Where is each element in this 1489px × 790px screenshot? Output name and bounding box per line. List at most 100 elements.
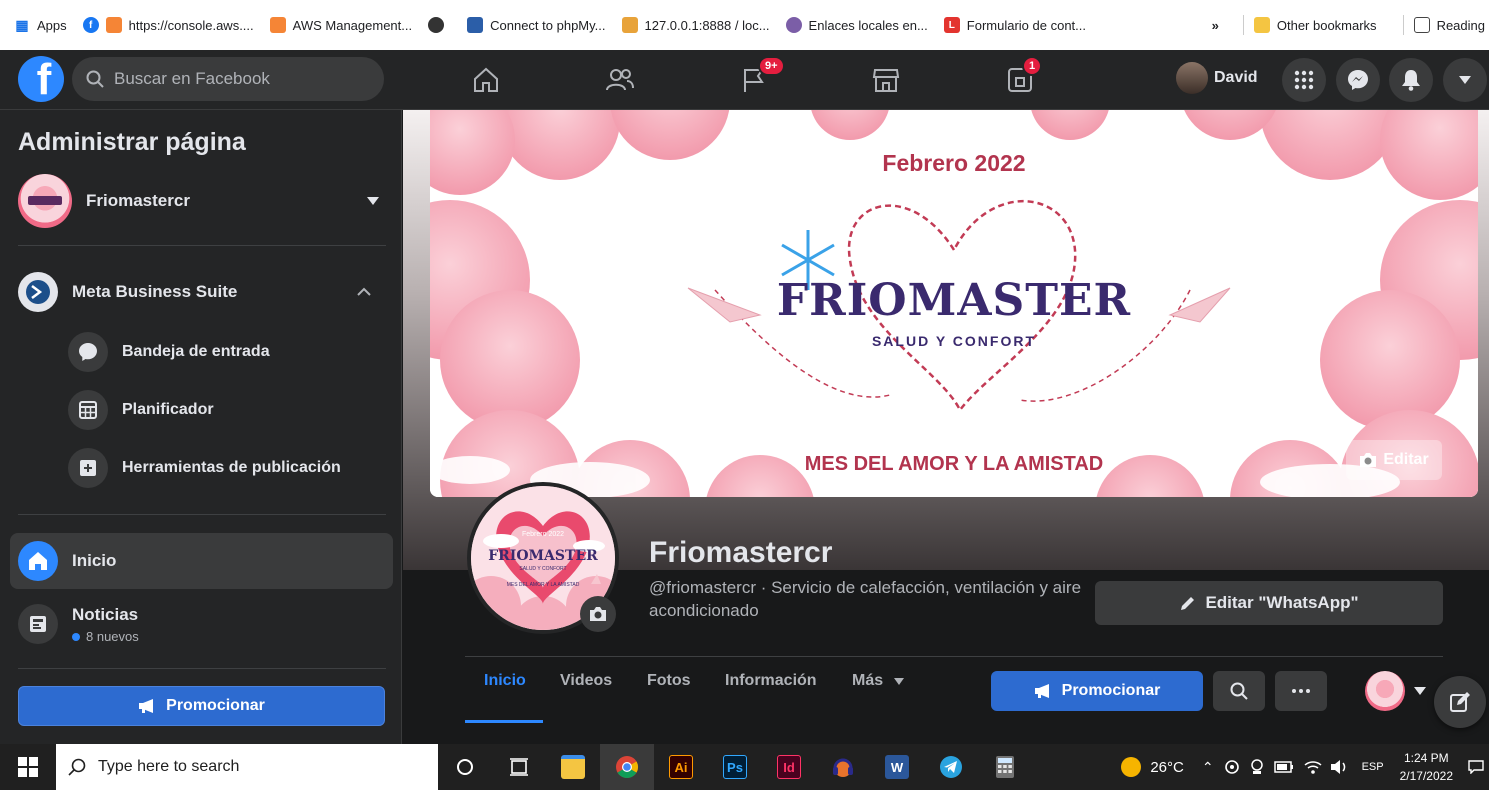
taskbar-calculator[interactable]	[978, 744, 1032, 790]
tab-info[interactable]: Información	[725, 672, 817, 690]
notification-badge: 1	[1022, 56, 1043, 76]
meta-business-suite-icon	[18, 272, 58, 312]
folder-icon	[561, 755, 585, 779]
reading-list-button[interactable]: Reading	[1413, 17, 1485, 33]
notifications-button[interactable]	[1389, 58, 1433, 102]
location-icon[interactable]	[1224, 759, 1240, 775]
brain-icon	[785, 17, 802, 33]
chevron-up-icon	[357, 287, 371, 296]
taskbar-photoshop[interactable]: Ps	[708, 744, 762, 790]
start-button[interactable]	[0, 744, 56, 790]
bookmark-apps[interactable]: ▦ Apps	[14, 17, 66, 33]
search-input[interactable]	[112, 68, 362, 90]
tab-videos[interactable]: Videos	[560, 672, 612, 690]
search-icon	[68, 758, 86, 776]
taskbar-word[interactable]: W	[870, 744, 924, 790]
bookmark-other[interactable]: Other bookmarks	[1253, 17, 1377, 33]
sidebar-item-label: Bandeja de entrada	[122, 343, 270, 360]
nav-home[interactable]	[466, 60, 506, 100]
chat-bubble-icon	[68, 332, 108, 372]
update-profile-photo-button[interactable]	[580, 596, 616, 632]
tab-more[interactable]: Más	[852, 672, 904, 690]
caret-down-icon[interactable]	[1414, 687, 1426, 695]
sidebar-item-inbox[interactable]: Bandeja de entrada	[68, 332, 388, 372]
sidebar-item-label: Noticias	[72, 604, 139, 624]
show-desktop-button[interactable]	[1463, 744, 1489, 790]
new-message-button[interactable]	[1434, 676, 1486, 728]
sidebar-item-home[interactable]: Inicio	[10, 533, 393, 589]
messenger-button[interactable]	[1336, 58, 1380, 102]
cortana-button[interactable]	[438, 744, 492, 790]
page-avatar[interactable]	[1365, 671, 1405, 711]
page-title: Friomastercr	[649, 536, 833, 569]
nav-marketplace[interactable]	[866, 60, 906, 100]
taskbar-search[interactable]: Type here to search	[56, 744, 438, 790]
bookmark-aws-management[interactable]: AWS Management...	[269, 17, 412, 33]
cube-icon	[467, 17, 484, 33]
divider	[18, 514, 386, 515]
search-icon	[1230, 682, 1248, 700]
wifi-icon[interactable]	[1304, 759, 1322, 775]
promote-button[interactable]: Promocionar	[991, 671, 1203, 711]
edit-cover-button[interactable]: Editar	[1346, 440, 1442, 480]
taskbar-telegram[interactable]	[924, 744, 978, 790]
input-language[interactable]: ESP	[1362, 761, 1384, 773]
profile-slogan: MES DEL AMOR Y LA AMISTAD	[506, 582, 580, 588]
search-page-button[interactable]	[1213, 671, 1265, 711]
nav-pages[interactable]: 9+	[734, 56, 785, 100]
temperature[interactable]: 26°C	[1150, 759, 1184, 776]
tray-overflow-chevron-icon[interactable]: ⌃	[1202, 759, 1214, 776]
more-options-button[interactable]	[1275, 671, 1327, 711]
page-switcher[interactable]: Friomastercr	[18, 174, 386, 228]
sidebar-item-publishing-tools[interactable]: Herramientas de publicación	[68, 448, 388, 488]
bell-icon	[1402, 70, 1420, 91]
bookmark-enlaces[interactable]: Enlaces locales en...	[785, 17, 928, 33]
friends-icon	[606, 69, 634, 91]
battery-icon[interactable]	[1273, 761, 1294, 773]
weather-sun-icon[interactable]	[1120, 756, 1142, 778]
cover-photo[interactable]: Febrero 2022 FRIOMASTER SALUD Y CONFORT …	[430, 110, 1478, 497]
menu-button[interactable]	[1282, 58, 1326, 102]
megaphone-icon	[1034, 684, 1049, 698]
tab-photos[interactable]: Fotos	[647, 672, 691, 690]
aws-favicon-icon	[269, 17, 286, 33]
taskbar-headset-app[interactable]	[816, 744, 870, 790]
edit-whatsapp-button[interactable]: Editar "WhatsApp"	[1095, 581, 1443, 625]
profile-month: Febrero 2022	[521, 531, 565, 538]
search-box[interactable]	[72, 57, 384, 101]
active-tab-indicator	[465, 720, 543, 723]
sidebar-item-planner[interactable]: Planificador	[68, 390, 388, 430]
indesign-icon: Id	[777, 755, 801, 779]
publishing-tools-icon	[68, 448, 108, 488]
cover-brand: FRIOMASTER	[776, 275, 1132, 326]
clock[interactable]: 1:24 PM 2/17/2022	[1400, 749, 1453, 785]
nav-friends[interactable]	[600, 60, 640, 100]
profile-chip[interactable]: David	[1176, 62, 1258, 94]
webcam-icon[interactable]	[1250, 759, 1264, 775]
task-view-button[interactable]	[492, 744, 546, 790]
bookmark-aws-console[interactable]: f https://console.aws....	[82, 17, 254, 33]
taskbar-indesign[interactable]: Id	[762, 744, 816, 790]
bookmark-localhost[interactable]: 127.0.0.1:8888 / loc...	[621, 17, 770, 33]
camera-icon	[590, 607, 606, 621]
camera-icon	[1360, 453, 1377, 467]
ellipsis-icon	[1292, 689, 1310, 693]
account-button[interactable]	[1443, 58, 1487, 102]
bookmark-globe[interactable]	[428, 17, 451, 33]
meta-business-suite-toggle[interactable]: Meta Business Suite	[18, 272, 386, 312]
profile-tagline: SALUD Y CONFORT	[519, 566, 567, 572]
taskbar-illustrator[interactable]: Ai	[654, 744, 708, 790]
promote-button[interactable]: Promocionar	[18, 686, 385, 726]
taskbar-file-explorer[interactable]	[546, 744, 600, 790]
divider	[18, 245, 386, 246]
system-tray: 26°C ⌃ ESP 1:24 PM 2/17/2022	[1120, 744, 1489, 790]
facebook-logo-icon[interactable]: f	[18, 56, 64, 102]
bookmark-formulario[interactable]: L Formulario de cont...	[943, 17, 1086, 33]
bookmark-phpmyadmin[interactable]: Connect to phpMy...	[467, 17, 606, 33]
bookmarks-overflow-button[interactable]: »	[1212, 18, 1219, 33]
nav-gaming[interactable]: 1	[1000, 56, 1043, 100]
volume-icon[interactable]	[1330, 759, 1350, 775]
sidebar-item-news[interactable]: Noticias 8 nuevos	[10, 594, 393, 654]
taskbar-chrome[interactable]	[600, 744, 654, 790]
tab-home[interactable]: Inicio	[484, 672, 526, 690]
